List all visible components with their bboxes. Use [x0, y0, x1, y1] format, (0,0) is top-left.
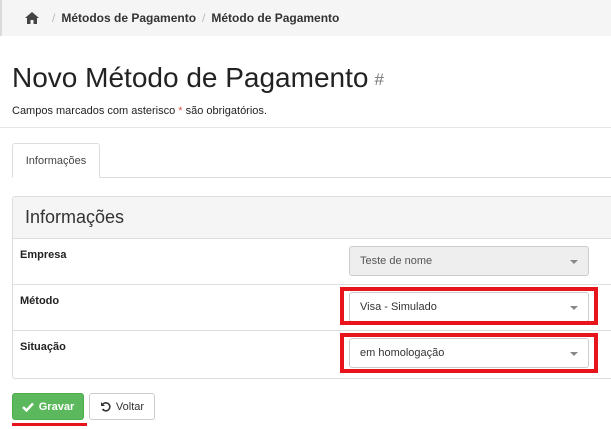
required-note-text: Campos marcados com asterisco: [12, 105, 176, 117]
check-icon: [21, 402, 34, 412]
form-row-empresa: Empresa Teste de nome: [13, 239, 611, 285]
situacao-label: Situação: [20, 341, 66, 353]
hash-label: #: [374, 69, 384, 89]
divider: [0, 127, 611, 128]
panel-heading: Informações: [13, 197, 611, 239]
tab-informacoes[interactable]: Informações: [12, 143, 100, 178]
save-highlight-underline: [12, 423, 87, 426]
save-button[interactable]: Gravar: [12, 393, 84, 420]
required-note-text-end: são obrigatórios.: [185, 105, 267, 117]
form-row-situacao: Situação em homologação: [13, 331, 611, 377]
empresa-select-value: Teste de nome: [360, 255, 433, 267]
breadcrumb-separator: /: [202, 11, 206, 25]
tabs-underline: [12, 177, 611, 178]
page-title: Novo Método de Pagamento #: [12, 62, 384, 94]
required-asterisk: *: [178, 105, 183, 117]
chevron-down-icon: [570, 306, 578, 310]
situacao-select[interactable]: em homologação: [349, 338, 589, 368]
chevron-down-icon: [570, 352, 578, 356]
breadcrumb-item-payment-methods[interactable]: Métodos de Pagamento: [61, 11, 196, 25]
breadcrumb-item-payment-method: Método de Pagamento: [211, 11, 340, 25]
metodo-select[interactable]: Visa - Simulado: [349, 292, 589, 322]
back-button[interactable]: Voltar: [89, 393, 155, 420]
breadcrumb: / Métodos de Pagamento / Método de Pagam…: [0, 0, 611, 36]
empresa-label: Empresa: [20, 249, 67, 261]
metodo-label: Método: [20, 295, 60, 307]
page-title-text: Novo Método de Pagamento: [12, 62, 369, 93]
empresa-select: Teste de nome: [349, 246, 589, 276]
form-row-metodo: Método Visa - Simulado: [13, 285, 611, 331]
required-fields-note: Campos marcados com asterisco * são obri…: [12, 105, 267, 117]
save-button-label: Gravar: [38, 400, 75, 413]
situacao-select-value: em homologação: [360, 347, 445, 359]
breadcrumb-separator: /: [52, 11, 56, 25]
info-panel: Informações Empresa Teste de nome Método…: [12, 196, 611, 379]
metodo-select-value: Visa - Simulado: [360, 301, 437, 313]
undo-icon: [100, 401, 111, 412]
chevron-down-icon: [570, 260, 578, 264]
back-button-label: Voltar: [115, 400, 145, 413]
home-icon[interactable]: [24, 11, 40, 25]
